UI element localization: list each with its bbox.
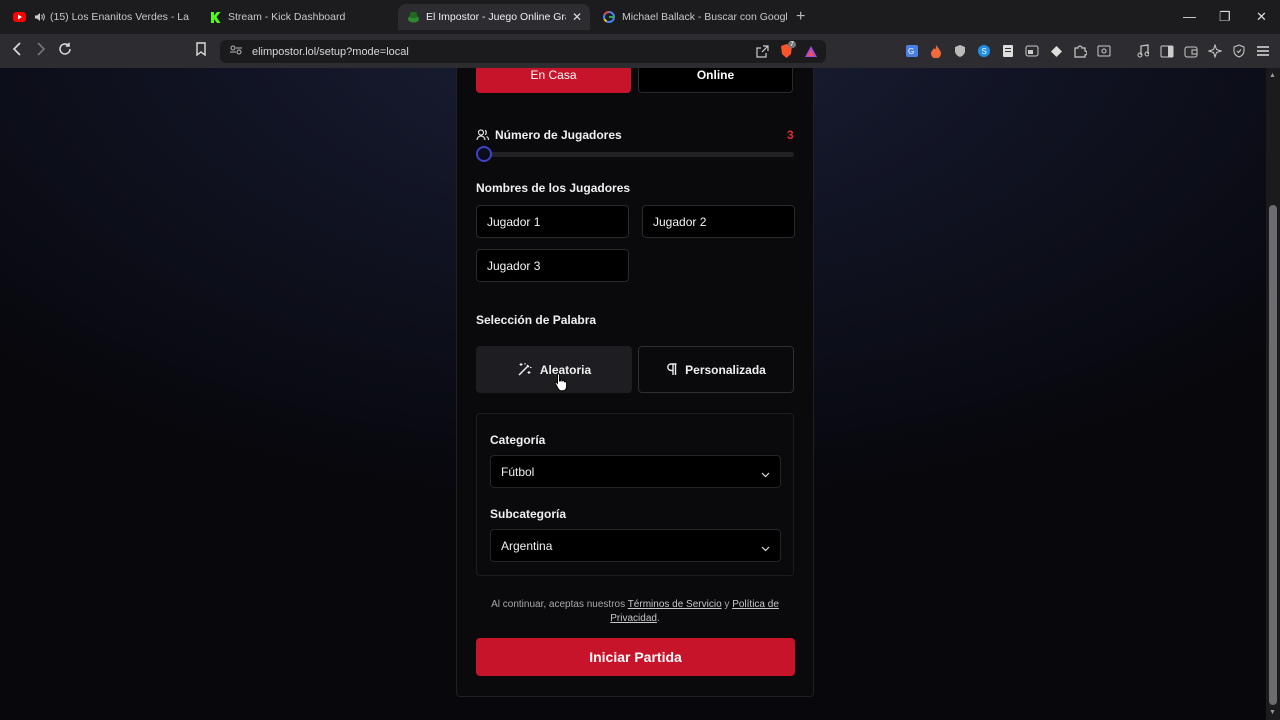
category-label: Categoría xyxy=(490,433,546,447)
page-viewport: En Casa Online Número de Jugadores 3 Nom… xyxy=(0,68,1266,720)
restore-icon[interactable]: ❐ xyxy=(1219,9,1231,25)
players-label-text: Número de Jugadores xyxy=(495,128,622,142)
player-name-input-1[interactable] xyxy=(476,205,629,238)
tab-title: Stream - Kick Dashboard xyxy=(228,11,346,23)
players-slider-track[interactable] xyxy=(476,152,794,157)
sync-extension-icon[interactable]: S xyxy=(976,43,992,59)
tab-title: El Impostor - Juego Online Gratis xyxy=(426,11,566,23)
forward-icon[interactable] xyxy=(35,42,47,60)
start-game-button[interactable]: Iniciar Partida xyxy=(476,638,795,676)
media-music-icon[interactable] xyxy=(1135,43,1151,59)
address-bar[interactable]: elimpostor.lol/setup?mode=local 7 xyxy=(220,40,826,63)
google-icon xyxy=(602,10,616,24)
leo-ai-icon[interactable] xyxy=(1207,43,1223,59)
users-icon xyxy=(476,129,489,141)
shield-extension-icon[interactable] xyxy=(952,43,968,59)
menu-icon[interactable] xyxy=(1255,43,1271,59)
share-icon[interactable] xyxy=(756,44,769,61)
player-name-input-3[interactable] xyxy=(476,249,629,282)
legal-notice: Al continuar, aceptas nuestros Términos … xyxy=(476,598,794,626)
youtube-icon xyxy=(12,10,26,24)
tab-search-icon[interactable] xyxy=(1096,43,1112,59)
pilcrow-icon xyxy=(666,363,677,376)
players-count-value: 3 xyxy=(787,128,794,142)
wallet-icon[interactable] xyxy=(1183,43,1199,59)
legal-prefix: Al continuar, aceptas nuestros xyxy=(491,599,626,610)
window-close-icon[interactable]: ✕ xyxy=(1256,9,1267,25)
word-custom-button[interactable]: Personalizada xyxy=(638,346,794,393)
tab-google[interactable]: Michael Ballack - Buscar con Google xyxy=(602,4,788,30)
category-panel: Categoría Fútbol Subcategoría Argentina xyxy=(476,413,794,576)
tab-kick[interactable]: Stream - Kick Dashboard xyxy=(204,4,390,30)
reload-icon[interactable] xyxy=(58,42,72,60)
screenshot-extension-icon[interactable] xyxy=(1024,43,1040,59)
close-icon[interactable]: ✕ xyxy=(572,10,582,24)
players-slider-thumb[interactable] xyxy=(476,146,492,162)
scroll-down-icon[interactable]: ▼ xyxy=(1269,709,1276,716)
tab-impostor[interactable]: El Impostor - Juego Online Gratis ✕ xyxy=(398,4,590,30)
mode-local-button[interactable]: En Casa xyxy=(476,68,631,93)
chevron-down-icon xyxy=(761,467,770,481)
notes-extension-icon[interactable] xyxy=(1000,43,1016,59)
new-tab-icon[interactable]: + xyxy=(796,8,805,26)
setup-card: En Casa Online Número de Jugadores 3 Nom… xyxy=(456,68,814,697)
url-text: elimpostor.lol/setup?mode=local xyxy=(252,45,409,58)
terms-link[interactable]: Términos de Servicio xyxy=(628,599,722,610)
vpn-icon[interactable] xyxy=(1231,43,1247,59)
sidebar-icon[interactable] xyxy=(1159,43,1175,59)
brave-rewards-icon[interactable] xyxy=(804,45,818,61)
brave-badge: 7 xyxy=(788,41,796,48)
player-names-label: Nombres de los Jugadores xyxy=(476,181,631,195)
brave-shields-icon[interactable]: 7 xyxy=(779,41,796,62)
tab-strip: (15) Los Enanitos Verdes - La Muralla St… xyxy=(0,0,1280,34)
svg-text:S: S xyxy=(982,47,987,56)
site-settings-icon[interactable] xyxy=(230,45,242,58)
player-name-input-2[interactable] xyxy=(642,205,795,238)
scroll-up-icon[interactable]: ▲ xyxy=(1269,72,1276,79)
mode-online-button[interactable]: Online xyxy=(638,68,793,93)
extensions-puzzle-icon[interactable] xyxy=(1072,43,1088,59)
fire-extension-icon[interactable] xyxy=(928,43,944,59)
tab-youtube[interactable]: (15) Los Enanitos Verdes - La Muralla xyxy=(8,4,194,30)
subcategory-select[interactable]: Argentina xyxy=(490,529,781,562)
word-selection-label: Selección de Palabra xyxy=(476,313,597,327)
category-select[interactable]: Fútbol xyxy=(490,455,781,488)
subcategory-value: Argentina xyxy=(501,538,553,553)
tab-title: Michael Ballack - Buscar con Google xyxy=(622,11,788,23)
speaker-icon[interactable] xyxy=(32,10,46,24)
subcategory-label: Subcategoría xyxy=(490,507,567,521)
category-value: Fútbol xyxy=(501,464,535,479)
magic-wand-icon xyxy=(517,362,532,377)
back-icon[interactable] xyxy=(11,42,23,60)
page-scrollbar[interactable]: ▲ ▼ xyxy=(1266,68,1280,720)
legal-and: y xyxy=(724,599,730,610)
word-custom-label: Personalizada xyxy=(685,362,766,377)
impostor-icon xyxy=(406,10,420,24)
chevron-down-icon xyxy=(761,541,770,555)
translate-icon[interactable]: G xyxy=(904,43,920,59)
scrollbar-thumb[interactable] xyxy=(1269,205,1277,705)
kick-icon xyxy=(208,10,222,24)
minimize-icon[interactable]: — xyxy=(1183,9,1196,24)
hand-cursor-icon xyxy=(554,372,568,397)
diamond-extension-icon[interactable] xyxy=(1048,43,1064,59)
bookmark-icon[interactable] xyxy=(195,42,207,60)
legal-suffix: . xyxy=(656,613,660,624)
browser-toolbar: elimpostor.lol/setup?mode=local 7 G S xyxy=(0,34,1280,68)
tab-title: (15) Los Enanitos Verdes - La Muralla xyxy=(50,11,190,23)
svg-text:G: G xyxy=(908,47,914,56)
players-count-label: Número de Jugadores xyxy=(476,128,622,142)
